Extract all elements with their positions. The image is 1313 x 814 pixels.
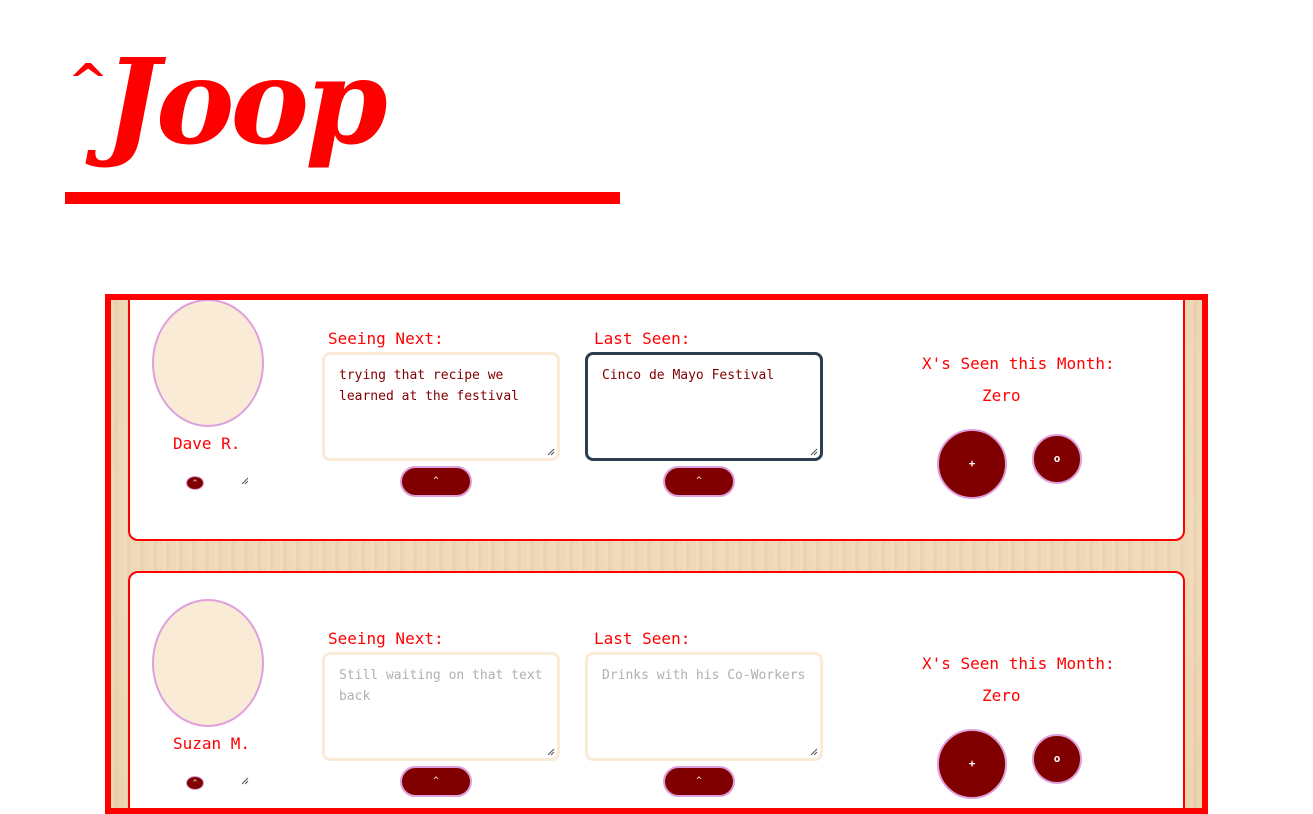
seen-count-value: Zero: [982, 386, 1021, 405]
app-logo: ^ Joop: [62, 32, 662, 200]
increment-seen-button[interactable]: +: [937, 729, 1007, 799]
last-seen-placeholder: Drinks with his Co-Workers: [602, 668, 806, 683]
logo-title: Joop: [104, 32, 388, 171]
resize-handle-icon[interactable]: [810, 748, 818, 756]
contacts-board[interactable]: Dave R. ^ Seeing Next: trying that recip…: [105, 294, 1208, 814]
logo-underline: [65, 192, 620, 204]
avatar: [152, 300, 264, 427]
seeing-next-submit-button[interactable]: ^: [400, 466, 472, 497]
seeing-next-placeholder: Still waiting on that text back: [339, 668, 543, 704]
avatar-upload-button[interactable]: ^: [186, 776, 204, 790]
avatar: [152, 599, 264, 727]
last-seen-text: Cinco de Mayo Festival: [602, 368, 775, 383]
resize-handle-icon[interactable]: [547, 748, 555, 756]
seeing-next-label: Seeing Next:: [328, 629, 444, 648]
resize-handle-icon[interactable]: [241, 777, 249, 785]
contact-name: Dave R.: [173, 434, 241, 453]
seeing-next-text: trying that recipe we learned at the fes…: [339, 368, 520, 404]
contact-card: Dave R. ^ Seeing Next: trying that recip…: [128, 300, 1185, 541]
seen-this-month-label: X's Seen this Month:: [922, 654, 1115, 673]
avatar-upload-button[interactable]: ^: [186, 476, 204, 490]
last-seen-label: Last Seen:: [594, 329, 691, 348]
logo-caret: ^: [68, 54, 109, 110]
seeing-next-textarea[interactable]: Still waiting on that text back: [322, 652, 560, 761]
last-seen-submit-button[interactable]: ^: [663, 766, 735, 797]
resize-handle-icon[interactable]: [547, 448, 555, 456]
last-seen-label: Last Seen:: [594, 629, 691, 648]
last-seen-submit-button[interactable]: ^: [663, 466, 735, 497]
reset-seen-button[interactable]: o: [1032, 734, 1082, 784]
last-seen-textarea[interactable]: Drinks with his Co-Workers: [585, 652, 823, 761]
reset-seen-button[interactable]: o: [1032, 434, 1082, 484]
seeing-next-label: Seeing Next:: [328, 329, 444, 348]
last-seen-textarea[interactable]: Cinco de Mayo Festival: [585, 352, 823, 461]
contact-name: Suzan M.: [173, 734, 251, 753]
seeing-next-submit-button[interactable]: ^: [400, 766, 472, 797]
contact-card: Suzan M. ^ Seeing Next: Still waiting on…: [128, 571, 1185, 808]
seen-this-month-label: X's Seen this Month:: [922, 354, 1115, 373]
seeing-next-textarea[interactable]: trying that recipe we learned at the fes…: [322, 352, 560, 461]
resize-handle-icon[interactable]: [241, 477, 249, 485]
resize-handle-icon[interactable]: [810, 448, 818, 456]
seen-count-value: Zero: [982, 686, 1021, 705]
increment-seen-button[interactable]: +: [937, 429, 1007, 499]
